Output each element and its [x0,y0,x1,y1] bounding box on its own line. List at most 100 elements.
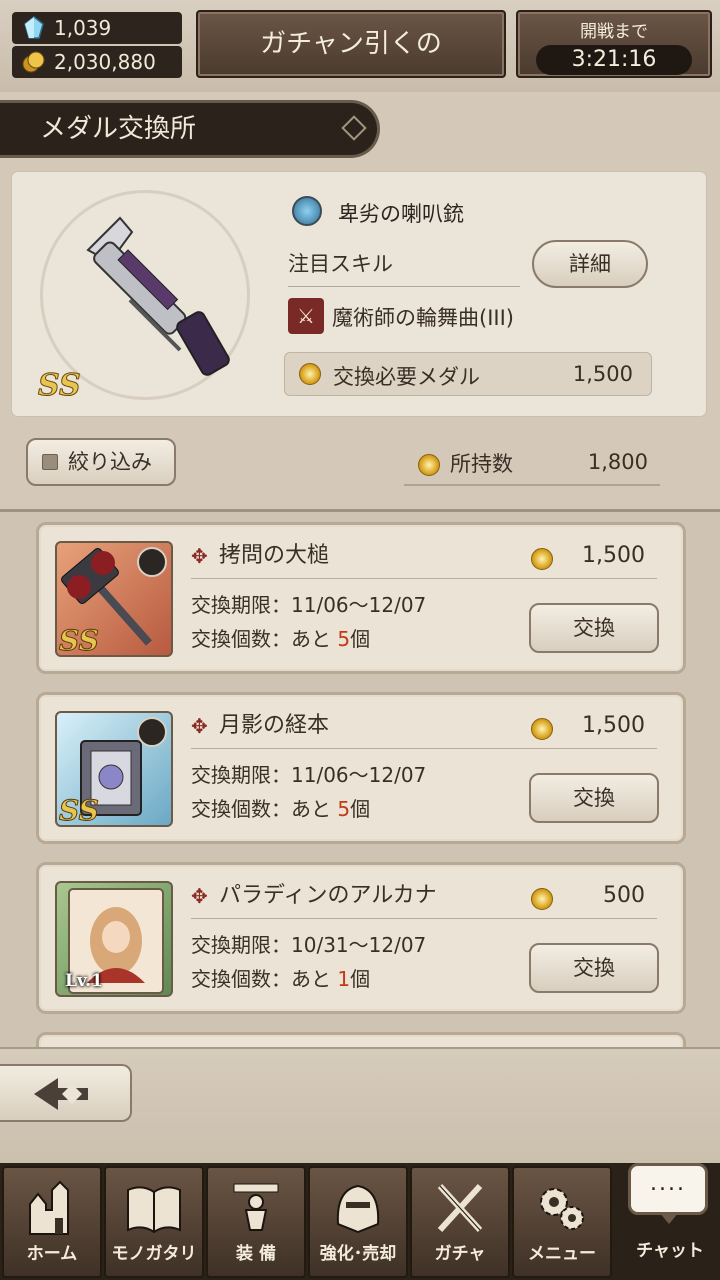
selected-item-name-row: 卑劣の喇叭銃 [292,196,682,230]
remaining-label: 交換個数：あと [191,797,331,821]
item-price: 1,500 [582,543,645,568]
page-title-text: メダル交換所 [40,114,197,144]
nav-story-label: モノガタリ [111,1244,197,1264]
owned-medals-value: 1,800 [587,450,648,474]
item-name: 拷問の大槌 [219,543,330,568]
battle-timer-value: 3:21:16 [536,45,692,75]
detail-button[interactable]: 詳細 [532,240,648,288]
nav-equip[interactable]: 装 備 [206,1166,306,1278]
item-level-badge: Lv.1 [65,971,103,991]
remaining-count: 1 [337,967,351,991]
remaining-count: 5 [337,797,351,821]
required-medal-box: 交換必要メダル 1,500 [284,352,652,396]
nav-equip-label: 装 備 [236,1244,276,1264]
blunderbuss-weapon-image [86,216,230,376]
coin-count: 2,030,880 [54,50,156,74]
exchange-list[interactable]: SS ✥ 拷問の大槌 1,500 交換期限：11/06〜12/07 交換個数：あ… [0,512,720,1047]
medal-icon [418,454,440,476]
battle-timer[interactable]: 開戦まで 3:21:16 [516,10,712,78]
gold-coin-icon [22,51,45,73]
bottom-nav: ホーム モノガタリ 装 備 強化･売却 ガチャ メニュー [0,1163,720,1280]
crystal-icon [24,16,44,39]
nav-home[interactable]: ホーム [2,1166,102,1278]
exchange-button[interactable]: 交換 [529,773,659,823]
filter-checkbox-icon [42,454,58,470]
item-name-row: ✥ パラディンのアルカナ 500 [191,879,657,919]
crossed-swords-icon: ⚔ [288,298,324,334]
list-item[interactable]: Lv.1 ✥ パラディンのアルカナ 500 交換期限：10/31〜12/07 交… [36,862,686,1014]
remaining-unit: 個 [350,967,371,991]
diamond-ornament-icon [341,115,367,141]
coin-counter: 2,030,880 [12,46,182,78]
owned-medals: 所持数 1,800 [404,446,660,486]
page-title: メダル交換所 [0,100,380,158]
item-price: 1,500 [582,713,645,738]
hammer-type-icon [137,547,167,577]
filter-button[interactable]: 絞り込み [26,438,176,486]
required-medal-value: 1,500 [572,362,633,386]
book-type-icon [137,717,167,747]
item-period: 交換期限：10/31〜12/07 [191,929,426,958]
item-rarity-badge: SS [59,794,100,827]
period-label: 交換期限： [191,763,291,787]
water-element-icon [292,196,322,226]
crossed-weapons-icon [437,1183,483,1233]
selected-item-name: 卑劣の喇叭銃 [338,202,464,226]
item-name-row: ✥ 拷問の大槌 1,500 [191,539,657,579]
period-label: 交換期限： [191,593,291,617]
list-item[interactable]: SS ✥ 月影の経本 1,500 交換期限：11/06〜12/07 交換個数：あ… [36,692,686,844]
period-value: 10/31〜12/07 [291,933,427,957]
item-remaining: 交換個数：あと 5個 [191,623,370,652]
item-period: 交換期限：11/06〜12/07 [191,759,426,788]
remaining-label: 交換個数：あと [191,967,331,991]
cross-ornament-icon: ✥ [191,884,208,908]
list-item[interactable]: SS ✥ 拷問の大槌 1,500 交換期限：11/06〜12/07 交換個数：あ… [36,522,686,674]
exchange-button[interactable]: 交換 [529,943,659,993]
gem-count: 1,039 [54,16,112,40]
item-rarity-badge: SS [59,624,100,657]
chat-button[interactable]: .... [628,1163,708,1224]
back-button[interactable] [0,1064,132,1122]
castle-icon [29,1180,69,1235]
nav-menu-label: メニュー [528,1244,596,1264]
cross-ornament-icon: ✥ [191,714,208,738]
required-medal-label: 交換必要メダル [333,365,480,389]
item-thumbnail: SS [55,541,173,657]
list-item-partial[interactable] [36,1032,686,1047]
item-remaining: 交換個数：あと 1個 [191,963,370,992]
item-thumbnail: SS [55,711,173,827]
medal-icon [531,718,553,740]
item-thumbnail: Lv.1 [55,881,173,997]
period-value: 11/06〜12/07 [291,763,427,787]
nav-story[interactable]: モノガタリ [104,1166,204,1278]
gem-counter: 1,039 [12,12,182,44]
item-name-row: ✥ 月影の経本 1,500 [191,709,657,749]
item-name: パラディンのアルカナ [219,883,437,908]
item-name: 月影の経本 [219,713,330,738]
puppet-icon [233,1183,279,1231]
chat-bubble-icon: .... [650,1171,686,1196]
gacha-button[interactable]: ガチャン引くの [196,10,506,78]
period-value: 11/06〜12/07 [291,593,427,617]
rarity-badge: SS [38,368,82,404]
nav-gacha[interactable]: ガチャ [410,1166,510,1278]
owned-medals-label: 所持数 [450,452,513,476]
item-price: 500 [603,883,645,908]
open-book-icon [127,1186,181,1234]
item-period: 交換期限：11/06〜12/07 [191,589,426,618]
period-label: 交換期限： [191,933,291,957]
remaining-unit: 個 [350,627,371,651]
item-remaining: 交換個数：あと 5個 [191,793,370,822]
skill-name: 魔術師の輪舞曲(III) [332,306,514,330]
chat-label[interactable]: チャット [620,1236,720,1261]
medal-icon [531,888,553,910]
remaining-label: 交換個数：あと [191,627,331,651]
helmet-icon [336,1184,380,1234]
nav-menu[interactable]: メニュー [512,1166,612,1278]
exchange-button[interactable]: 交換 [529,603,659,653]
gears-icon [540,1188,584,1230]
featured-skill-label: 注目スキル [288,248,520,287]
battle-timer-label: 開戦まで [580,22,648,42]
filter-button-label: 絞り込み [68,450,152,474]
nav-enhance[interactable]: 強化･売却 [308,1166,408,1278]
